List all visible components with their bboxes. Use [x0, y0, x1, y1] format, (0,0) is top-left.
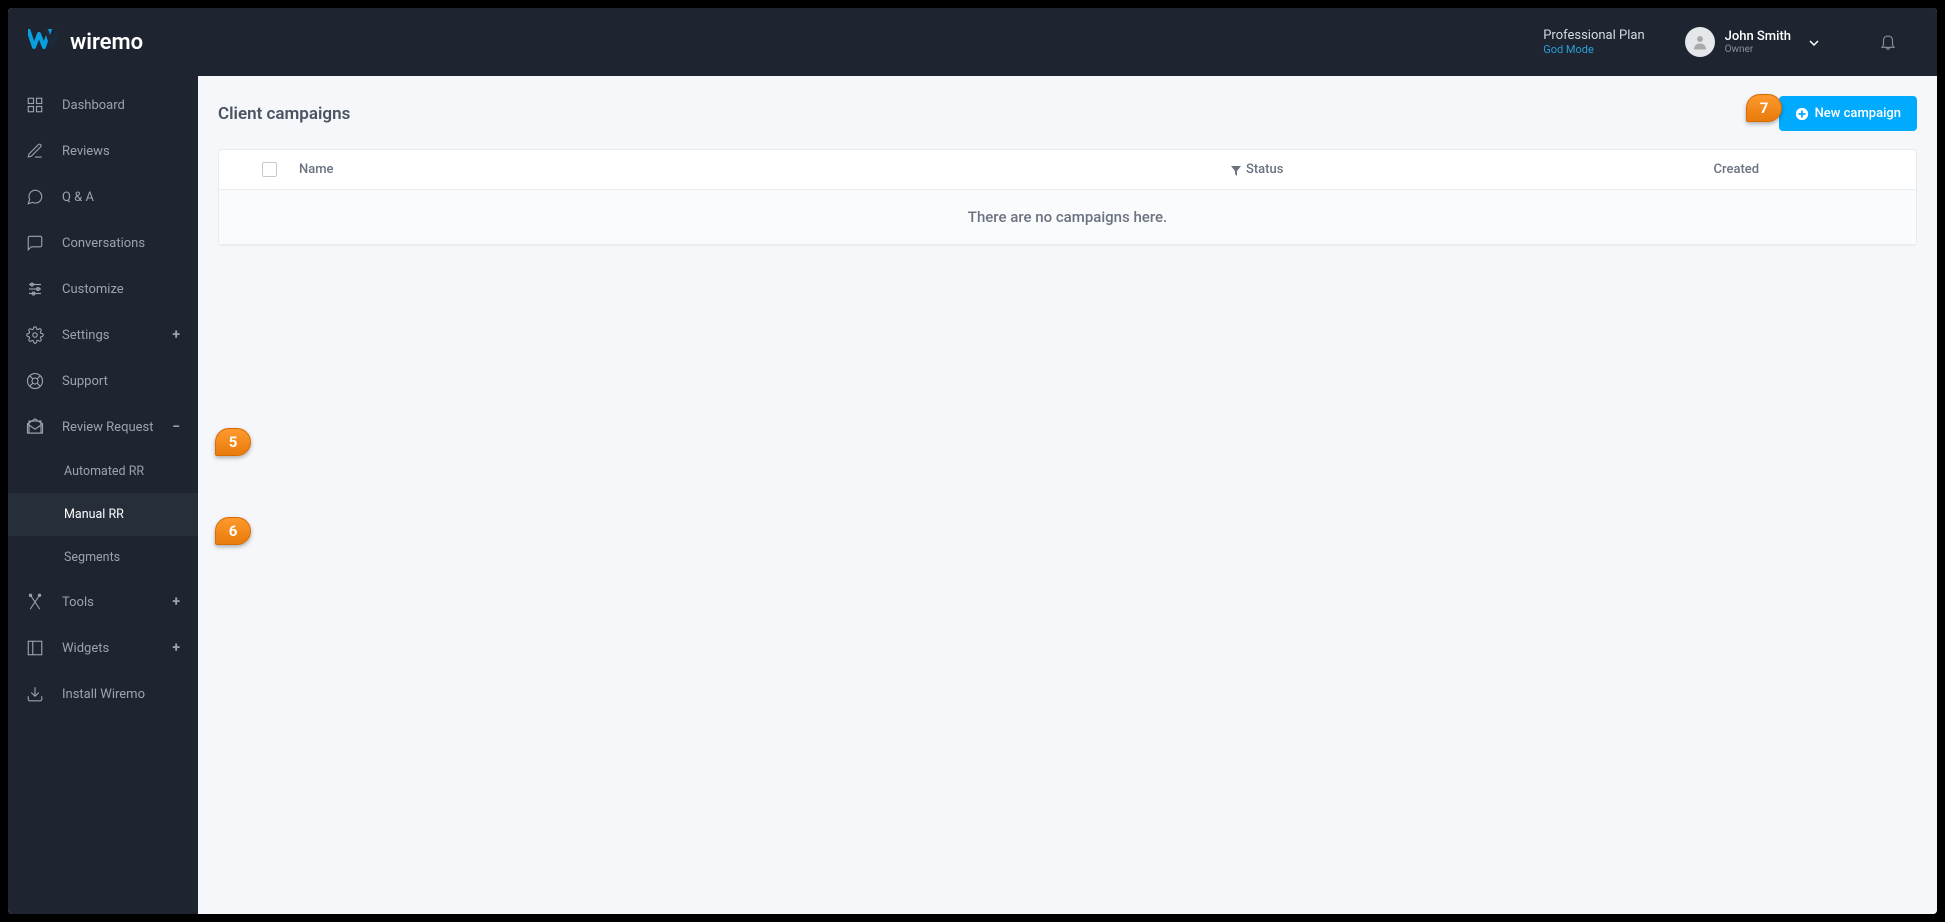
mail-icon	[26, 418, 44, 436]
sidebar-item-widgets[interactable]: Widgets +	[8, 625, 198, 671]
sidebar-label: Automated RR	[64, 464, 144, 479]
sidebar-label: Support	[62, 374, 108, 389]
chat-icon	[26, 234, 44, 252]
plan-info[interactable]: Professional Plan God Mode	[1543, 28, 1644, 56]
sidebar-item-qa[interactable]: Q & A	[8, 174, 198, 220]
sidebar-item-reviews[interactable]: Reviews	[8, 128, 198, 174]
column-status[interactable]: Status	[938, 162, 1577, 177]
new-campaign-button[interactable]: New campaign	[1779, 96, 1917, 131]
empty-state: There are no campaigns here.	[219, 190, 1916, 245]
notifications-button[interactable]	[1859, 33, 1917, 51]
dashboard-icon	[26, 96, 44, 114]
campaigns-table: Name Status Created There are no campaig…	[218, 149, 1917, 246]
sidebar-label: Dashboard	[62, 98, 125, 113]
table-header: Name Status Created	[219, 150, 1916, 190]
annotation-callout-5: 5	[215, 428, 251, 456]
sidebar-label: Manual RR	[64, 507, 124, 522]
sidebar-label: Customize	[62, 282, 124, 297]
sidebar-item-support[interactable]: Support	[8, 358, 198, 404]
sidebar-item-automated-rr[interactable]: Automated RR	[8, 450, 198, 493]
sidebar-item-segments[interactable]: Segments	[8, 536, 198, 579]
topbar: wiremo Professional Plan God Mode John S…	[8, 8, 1937, 76]
sidebar-label: Q & A	[62, 190, 94, 205]
page-title: Client campaigns	[218, 104, 350, 124]
filter-icon	[1231, 165, 1241, 175]
user-role: Owner	[1725, 44, 1791, 55]
logo-section[interactable]: wiremo	[28, 27, 143, 57]
expand-plus-icon: +	[172, 640, 180, 656]
sidebar-label: Tools	[62, 595, 94, 610]
sidebar-item-manual-rr[interactable]: Manual RR	[8, 493, 198, 536]
annotation-callout-7: 7	[1746, 94, 1782, 122]
sidebar-label: Conversations	[62, 236, 145, 251]
sidebar-label: Reviews	[62, 144, 110, 159]
column-name[interactable]: Name	[299, 162, 938, 177]
avatar	[1685, 27, 1715, 57]
widgets-icon	[26, 639, 44, 657]
expand-plus-icon: +	[172, 327, 180, 343]
sidebar-item-tools[interactable]: Tools +	[8, 579, 198, 625]
select-all-checkbox[interactable]	[262, 162, 277, 177]
chevron-down-icon	[1809, 33, 1819, 52]
plan-name: Professional Plan	[1543, 28, 1644, 43]
sidebar-label: Install Wiremo	[62, 687, 145, 702]
tools-icon	[26, 593, 44, 611]
sidebar-item-customize[interactable]: Customize	[8, 266, 198, 312]
annotation-callout-6: 6	[215, 517, 251, 545]
sidebar-item-settings[interactable]: Settings +	[8, 312, 198, 358]
bell-icon	[1879, 33, 1897, 51]
main-content: Client campaigns New campaign Name	[198, 76, 1937, 914]
sidebar-item-dashboard[interactable]: Dashboard	[8, 82, 198, 128]
brand-name: wiremo	[70, 30, 143, 55]
sidebar-item-review-request[interactable]: Review Request −	[8, 404, 198, 450]
collapse-minus-icon: −	[172, 419, 180, 435]
wiremo-logo-icon	[28, 27, 58, 57]
reviews-icon	[26, 142, 44, 160]
button-label: New campaign	[1815, 106, 1901, 121]
sidebar-label: Review Request	[62, 420, 153, 435]
sidebar: Dashboard Reviews Q & A Conversations	[8, 76, 198, 914]
user-name: John Smith	[1725, 29, 1791, 44]
sidebar-label: Segments	[64, 550, 120, 565]
sidebar-label: Settings	[62, 328, 109, 343]
support-icon	[26, 372, 44, 390]
plus-circle-icon	[1795, 107, 1809, 121]
expand-plus-icon: +	[172, 594, 180, 610]
sidebar-label: Widgets	[62, 641, 109, 656]
column-created[interactable]: Created	[1577, 162, 1896, 177]
user-menu[interactable]: John Smith Owner	[1685, 27, 1819, 57]
sidebar-item-conversations[interactable]: Conversations	[8, 220, 198, 266]
gear-icon	[26, 326, 44, 344]
download-icon	[26, 685, 44, 703]
speech-icon	[26, 188, 44, 206]
god-mode-label: God Mode	[1543, 43, 1644, 56]
sidebar-item-install[interactable]: Install Wiremo	[8, 671, 198, 717]
sliders-icon	[26, 280, 44, 298]
